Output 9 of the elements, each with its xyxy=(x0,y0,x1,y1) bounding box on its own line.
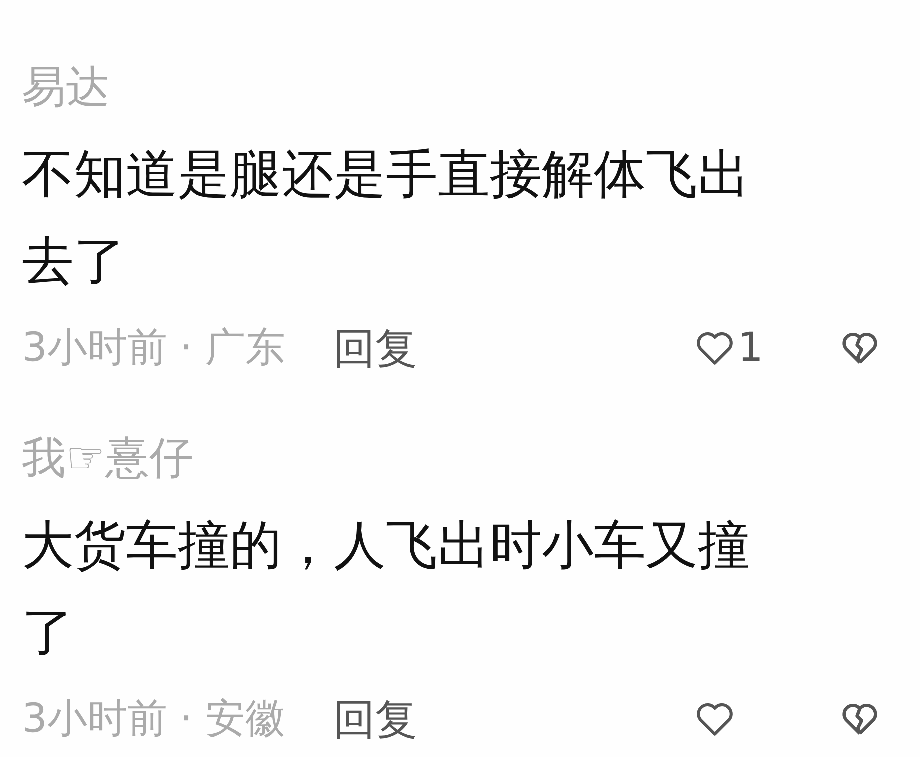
like-count: 1 xyxy=(738,324,764,373)
comment-meta: 3小时前 · 广东 xyxy=(22,324,286,373)
reply-link[interactable]: 回复 xyxy=(334,316,418,380)
username: 我☞憙仔 xyxy=(22,432,194,486)
reply-link[interactable]: 回复 xyxy=(334,688,418,750)
comment-text: 大货车撞的，人飞出时小车又撞了 xyxy=(22,515,751,665)
username: 易达 xyxy=(22,61,110,115)
comment-text: 不知道是腿还是手直接解体飞出去了 xyxy=(22,144,751,294)
comment-meta: 3小时前 · 安徽 xyxy=(22,695,286,744)
